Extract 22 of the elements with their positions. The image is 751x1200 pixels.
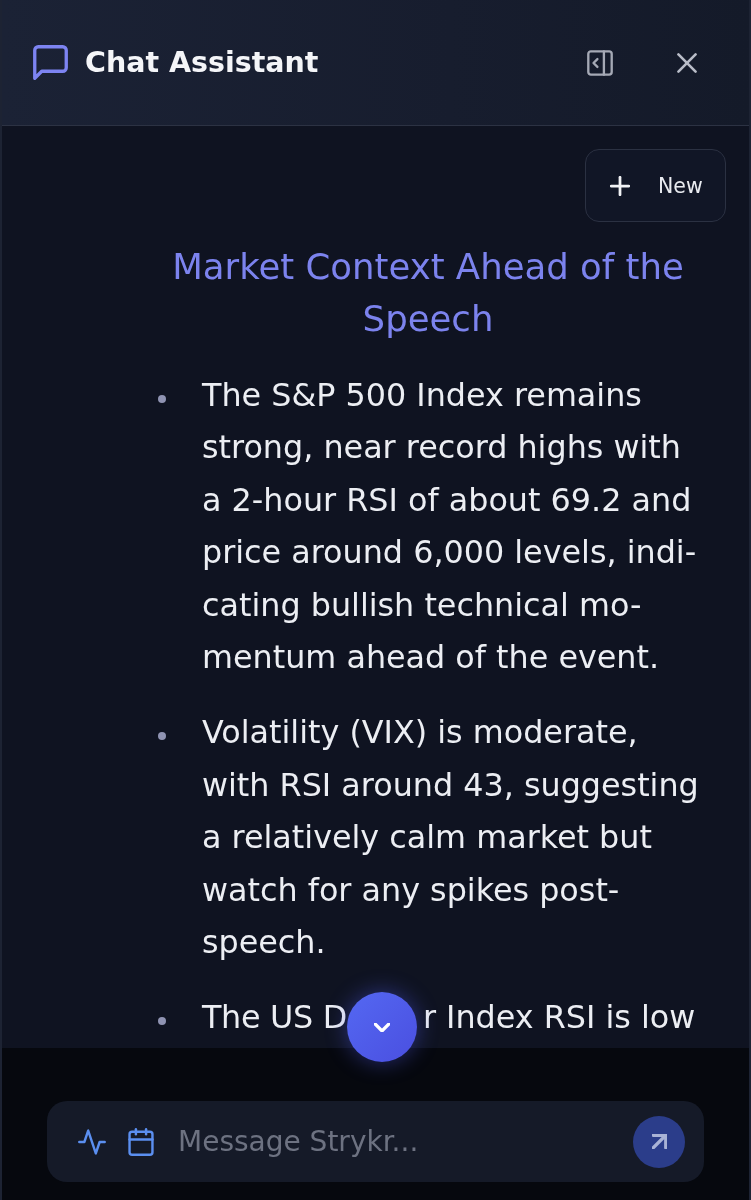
panel-icon[interactable] (587, 49, 613, 76)
chevron-down-icon (374, 1022, 390, 1032)
arrow-up-right-icon (651, 1134, 667, 1149)
bullet-text: The US D (202, 997, 347, 1038)
scroll-down-button[interactable] (347, 992, 417, 1062)
plus-icon (610, 175, 630, 196)
bullet-icon (158, 732, 166, 741)
message-input[interactable]: Message Strykr... (178, 1121, 633, 1162)
bullet-text: Volatility (VIX) is moderate, with RSI around 43, suggesting a relatively calm market but watch for any spikes post-speech. (202, 712, 700, 963)
new-chat-button[interactable]: New (585, 149, 726, 222)
close-icon[interactable] (677, 52, 697, 73)
chat-bubble-icon (33, 45, 68, 80)
bullet-icon (158, 395, 166, 403)
pulse-icon[interactable] (78, 1128, 106, 1155)
message-heading: Market Context Ahead of the Speech (171, 245, 685, 341)
calendar-icon[interactable] (128, 1127, 154, 1156)
message-input-box[interactable]: Message Strykr... (47, 1101, 704, 1182)
window-title: Chat Assistant (85, 44, 319, 81)
send-button[interactable] (633, 1115, 685, 1168)
bullet-text: The S&P 500 Index remains strong, near record highs with a 2-hour RSI of about 69.2 and price around 6,000 levels, indi-cating bullish technical mo-mentum ahead of the event. (202, 375, 698, 678)
bullet-icon (158, 1017, 166, 1026)
bullet-text: r Index RSI is low (422, 997, 696, 1038)
